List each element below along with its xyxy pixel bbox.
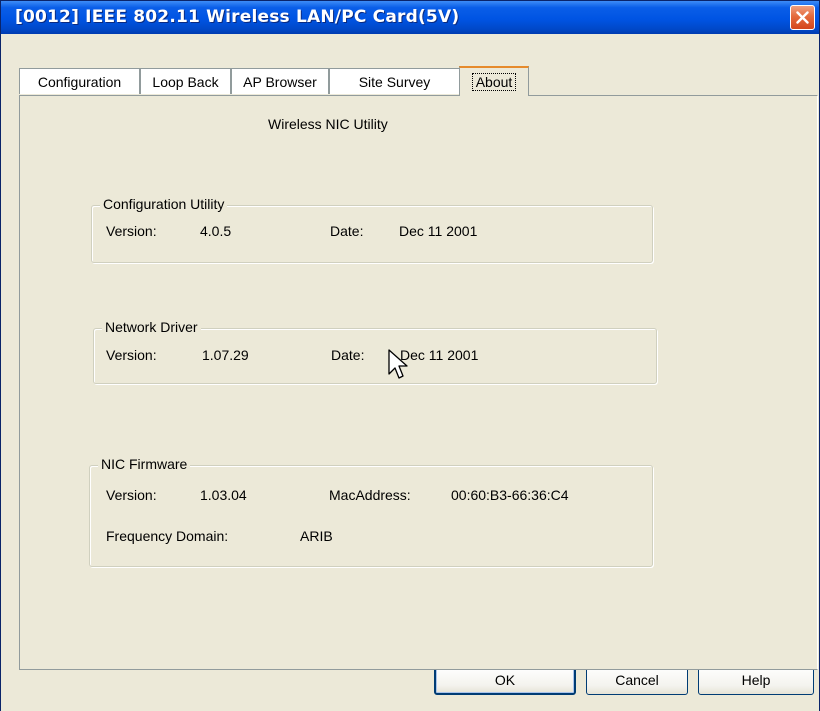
group-legend: Configuration Utility [100, 196, 228, 212]
mouse-pointer-icon [388, 349, 408, 379]
dialog-client-area: Configuration Loop Back AP Browser Site … [1, 34, 819, 711]
about-tab-panel: Wireless NIC Utility Configuration Utili… [19, 95, 818, 670]
version-label: Version: [106, 487, 157, 503]
tab-site-survey[interactable]: Site Survey [329, 68, 460, 94]
frequency-domain-value: ARIB [300, 528, 333, 544]
nic-firmware-group: NIC Firmware Version: 1.03.04 MacAddress… [89, 456, 653, 567]
dialog-window: [0012] IEEE 802.11 Wireless LAN/PC Card(… [0, 0, 820, 711]
group-legend: NIC Firmware [98, 456, 191, 472]
tab-label: Site Survey [358, 73, 431, 90]
tab-label: About [471, 73, 517, 91]
date-label: Date: [331, 347, 365, 363]
version-label: Version: [106, 347, 157, 363]
tab-configuration[interactable]: Configuration [19, 68, 140, 94]
window-title: [0012] IEEE 802.11 Wireless LAN/PC Card(… [15, 7, 460, 27]
title-bar[interactable]: [0012] IEEE 802.11 Wireless LAN/PC Card(… [1, 1, 819, 34]
mac-address-label: MacAddress: [329, 487, 411, 503]
config-utility-group: Configuration Utility Version: 4.0.5 Dat… [91, 196, 653, 263]
version-value: 4.0.5 [200, 223, 232, 239]
close-button[interactable] [790, 5, 815, 30]
tab-about[interactable]: About [459, 66, 529, 96]
date-value: Dec 11 2001 [400, 347, 479, 363]
tab-label: AP Browser [243, 73, 317, 90]
date-value: Dec 11 2001 [399, 223, 478, 239]
version-value: 1.03.04 [200, 487, 247, 503]
tab-label: Configuration [37, 73, 122, 90]
network-driver-group: Network Driver Version: 1.07.29 Date: De… [93, 319, 657, 384]
cancel-button-label: Cancel [615, 672, 659, 688]
version-label: Version: [106, 223, 157, 239]
tab-label: Loop Back [152, 73, 219, 90]
group-legend: Network Driver [102, 319, 201, 335]
ok-button-label: OK [494, 672, 516, 688]
help-button-label: Help [741, 672, 771, 688]
tab-loop-back[interactable]: Loop Back [140, 68, 231, 94]
mac-address-value: 00:60:B3-66:36:C4 [451, 487, 569, 503]
frequency-domain-label: Frequency Domain: [106, 528, 229, 544]
version-value: 1.07.29 [202, 347, 249, 363]
close-icon [796, 11, 809, 24]
utility-heading: Wireless NIC Utility [268, 116, 388, 132]
date-label: Date: [330, 223, 364, 239]
tab-ap-browser[interactable]: AP Browser [231, 68, 329, 94]
